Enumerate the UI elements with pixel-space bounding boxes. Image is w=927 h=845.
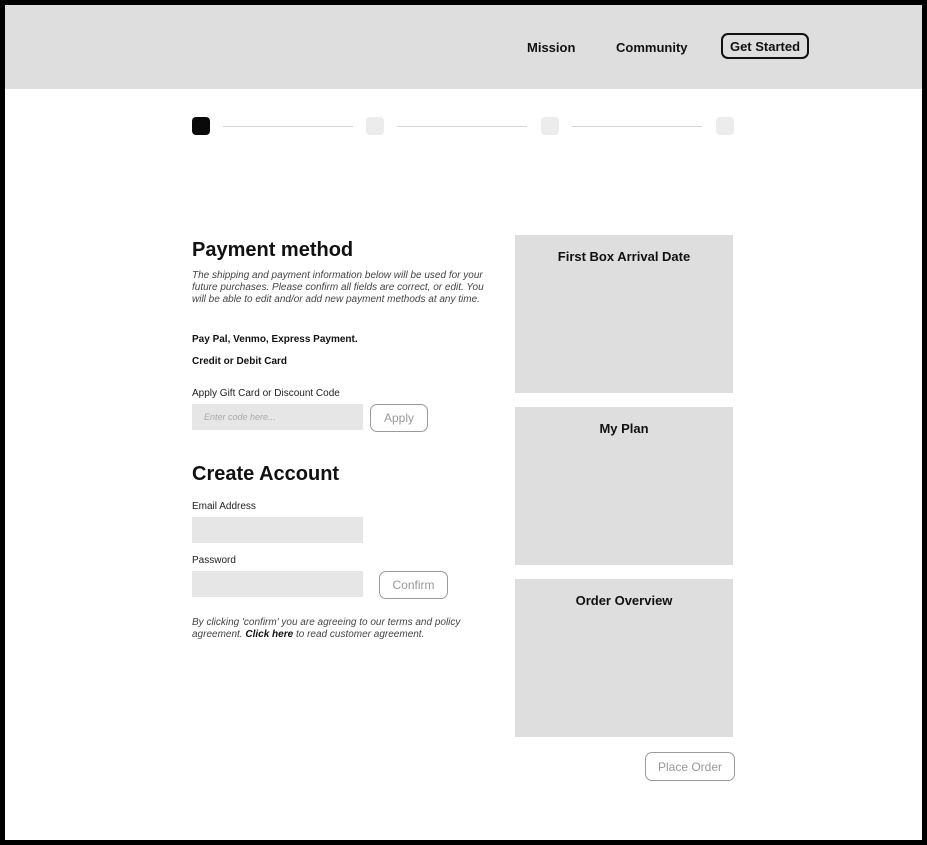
email-label: Email Address — [192, 501, 256, 512]
nav-link-mission[interactable]: Mission — [527, 40, 575, 55]
express-payment-option[interactable]: Pay Pal, Venmo, Express Payment. — [192, 334, 358, 345]
nav-link-community[interactable]: Community — [616, 40, 688, 55]
step-connector — [572, 126, 702, 127]
step-2-indicator[interactable] — [366, 117, 384, 135]
step-connector — [223, 126, 353, 127]
payment-method-heading: Payment method — [192, 239, 354, 261]
arrival-panel-title: First Box Arrival Date — [557, 249, 691, 264]
page-frame: Mission Community Get Started Payment me… — [5, 5, 922, 840]
password-label: Password — [192, 555, 236, 566]
password-field[interactable] — [192, 571, 363, 597]
order-overview-panel: Order Overview — [515, 579, 733, 737]
place-order-button[interactable]: Place Order — [645, 752, 735, 781]
top-navigation-bar: Mission Community Get Started — [5, 5, 922, 89]
first-box-arrival-panel: First Box Arrival Date — [515, 235, 733, 393]
gift-code-input[interactable]: Enter code here... — [192, 404, 363, 430]
card-payment-option[interactable]: Credit or Debit Card — [192, 356, 287, 367]
plan-panel-title: My Plan — [599, 421, 649, 436]
terms-text-suffix: to read customer agreement. — [295, 629, 425, 640]
step-3-indicator[interactable] — [541, 117, 559, 135]
payment-description: The shipping and payment information bel… — [192, 270, 484, 305]
terms-note: By clicking 'confirm' you are agreeing t… — [192, 617, 482, 641]
create-account-heading: Create Account — [192, 463, 340, 485]
email-field[interactable] — [192, 517, 363, 543]
my-plan-panel: My Plan — [515, 407, 733, 565]
step-4-indicator[interactable] — [716, 117, 734, 135]
step-1-indicator[interactable] — [192, 117, 210, 135]
apply-button[interactable]: Apply — [370, 404, 428, 432]
step-connector — [397, 126, 527, 127]
gift-code-label: Apply Gift Card or Discount Code — [192, 388, 340, 399]
get-started-button[interactable]: Get Started — [721, 33, 809, 59]
overview-panel-title: Order Overview — [575, 593, 673, 608]
customer-agreement-link[interactable]: Click here — [245, 629, 293, 640]
confirm-button[interactable]: Confirm — [379, 571, 448, 599]
